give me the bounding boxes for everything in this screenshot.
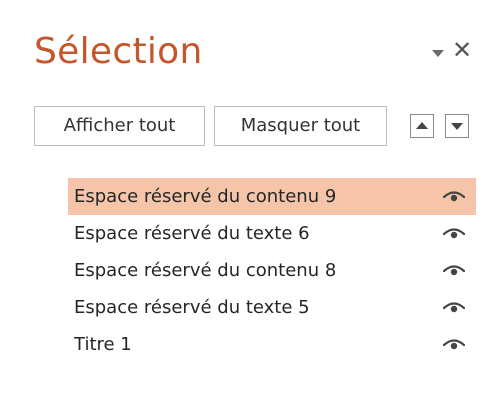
list-item[interactable]: Espace réservé du contenu 8: [68, 252, 476, 289]
eye-icon[interactable]: [443, 226, 465, 240]
list-item-label: Espace réservé du contenu 9: [74, 186, 337, 207]
list-item[interactable]: Espace réservé du contenu 9: [68, 178, 476, 215]
list-item-label: Espace réservé du texte 6: [74, 223, 310, 244]
list-item[interactable]: Titre 1: [68, 326, 476, 363]
selection-pane: Sélection ✕ Afficher tout Masquer tout E…: [0, 0, 488, 396]
list-item[interactable]: Espace réservé du texte 5: [68, 289, 476, 326]
list-item[interactable]: Espace réservé du texte 6: [68, 215, 476, 252]
triangle-up-icon: [416, 122, 428, 129]
eye-icon[interactable]: [443, 189, 465, 203]
pane-title: Sélection: [34, 31, 203, 72]
eye-icon[interactable]: [443, 300, 465, 314]
hide-all-button[interactable]: Masquer tout: [214, 106, 387, 146]
move-down-button[interactable]: [445, 114, 469, 138]
triangle-down-icon: [451, 123, 463, 130]
show-all-button[interactable]: Afficher tout: [34, 106, 205, 146]
close-icon[interactable]: ✕: [452, 38, 472, 62]
list-item-label: Titre 1: [74, 334, 132, 355]
move-up-button[interactable]: [410, 114, 434, 138]
list-item-label: Espace réservé du contenu 8: [74, 260, 337, 281]
eye-icon[interactable]: [443, 337, 465, 351]
chevron-down-icon[interactable]: [432, 50, 444, 57]
list-item-label: Espace réservé du texte 5: [74, 297, 310, 318]
eye-icon[interactable]: [443, 263, 465, 277]
selection-list: Espace réservé du contenu 9 Espace réser…: [68, 178, 476, 363]
